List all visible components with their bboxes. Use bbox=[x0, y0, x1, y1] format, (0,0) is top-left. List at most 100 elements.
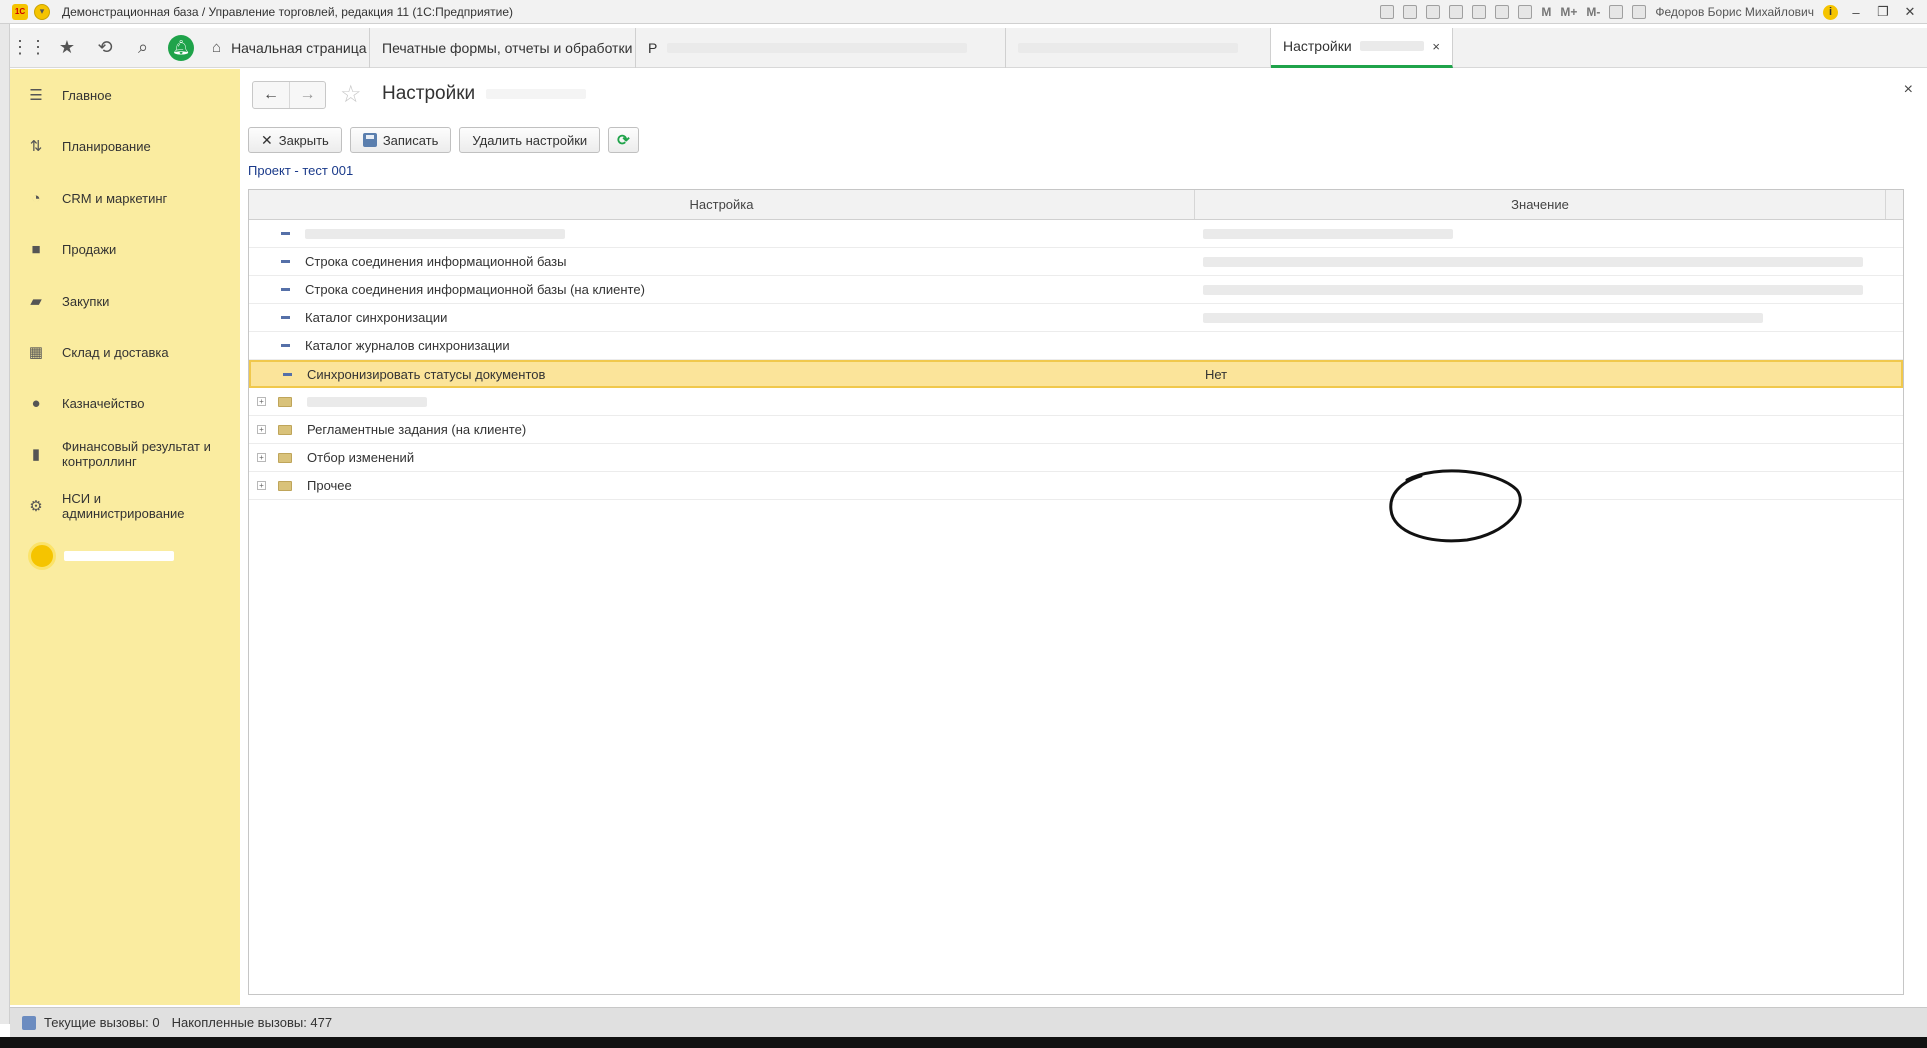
sidebar-item-admin[interactable]: ⚙ НСИ и администрирование bbox=[10, 489, 240, 523]
memory-button[interactable]: M bbox=[1541, 5, 1551, 19]
scrollbar-corner bbox=[1885, 190, 1903, 219]
table-row-selected[interactable]: Синхронизировать статусы документов Нет bbox=[249, 360, 1903, 388]
forward-arrow-icon[interactable]: → bbox=[289, 82, 325, 108]
warehouse-icon: ▦ bbox=[28, 344, 44, 361]
redacted-area bbox=[1203, 284, 1863, 295]
delete-settings-button[interactable]: Удалить настройки bbox=[459, 127, 601, 153]
sidebar-item-label: Планирование bbox=[62, 138, 151, 154]
window-frame bbox=[0, 24, 10, 1024]
print-icon[interactable] bbox=[1403, 5, 1418, 19]
user-name[interactable]: Федоров Борис Михайлович bbox=[1655, 5, 1814, 19]
tab-home-label: Начальная страница bbox=[231, 39, 367, 56]
page-title: Настройки bbox=[382, 83, 587, 105]
expand-plus-icon[interactable]: + bbox=[257, 453, 266, 462]
setting-name: Синхронизировать статусы документов bbox=[307, 366, 546, 382]
column-header-setting[interactable]: Настройка bbox=[249, 190, 1195, 219]
item-marker-icon bbox=[283, 372, 292, 376]
gear-icon: ⚙ bbox=[29, 498, 43, 515]
maximize-button[interactable]: ❐ bbox=[1874, 4, 1892, 20]
expand-plus-icon[interactable]: + bbox=[257, 397, 266, 406]
folder-icon bbox=[278, 424, 292, 435]
form-close-icon[interactable]: × bbox=[1904, 81, 1913, 99]
search-icon[interactable]: ⌕ bbox=[124, 28, 162, 68]
notifications-icon[interactable]: 🔔︎ bbox=[162, 28, 200, 68]
close-button-label: Закрыть bbox=[278, 132, 329, 148]
tab-redacted-1[interactable]: Р bbox=[636, 27, 1006, 68]
sidebar-item-purchases[interactable]: ▰ Закупки bbox=[10, 289, 240, 313]
expand-plus-icon[interactable]: + bbox=[257, 481, 266, 490]
zoom-icon[interactable] bbox=[1609, 5, 1624, 19]
setting-name: Каталог журналов синхронизации bbox=[305, 338, 510, 353]
save-disk-icon bbox=[362, 133, 377, 147]
app-logo-icon: 1С bbox=[12, 3, 28, 20]
table-row[interactable]: Каталог журналов синхронизации bbox=[249, 332, 1903, 360]
info-icon[interactable]: i bbox=[1823, 4, 1838, 20]
expand-plus-icon[interactable]: + bbox=[257, 425, 266, 434]
copy-icon[interactable] bbox=[1472, 5, 1487, 19]
window-close-button[interactable]: ✕ bbox=[1901, 4, 1919, 20]
redacted-area bbox=[64, 551, 174, 561]
page-title-text: Настройки bbox=[382, 83, 476, 104]
sidebar-item-main[interactable]: ☰ Главное bbox=[10, 83, 240, 107]
memory-plus-button[interactable]: M+ bbox=[1560, 5, 1577, 19]
apps-grid-icon[interactable]: ⋮⋮ bbox=[10, 28, 48, 68]
table-row-group[interactable]: + Регламентные задания (на клиенте) bbox=[249, 416, 1903, 444]
sidebar-item-planning[interactable]: ⇅ Планирование bbox=[10, 134, 240, 158]
avatar bbox=[28, 542, 56, 570]
save-button[interactable]: Записать bbox=[349, 127, 452, 153]
main-menu-button[interactable]: ▾ bbox=[34, 3, 50, 20]
calculator-icon[interactable] bbox=[1495, 5, 1510, 19]
table-row[interactable]: Каталог синхронизации bbox=[249, 304, 1903, 332]
table-row[interactable]: Строка соединения информационной базы (н… bbox=[249, 276, 1903, 304]
window-title: Демонстрационная база / Управление торго… bbox=[62, 4, 514, 19]
sidebar-item-finance[interactable]: ▮ Финансовый результат и контроллинг bbox=[10, 437, 240, 471]
folder-icon bbox=[278, 396, 292, 407]
close-button[interactable]: ✕ Закрыть bbox=[248, 127, 342, 153]
redacted-area bbox=[486, 88, 587, 99]
link-icon[interactable] bbox=[1380, 5, 1395, 19]
item-marker-icon bbox=[281, 316, 290, 319]
calendar-icon[interactable] bbox=[1518, 5, 1533, 19]
close-icon: ✕ bbox=[261, 131, 273, 148]
server-calls-icon bbox=[22, 1015, 36, 1030]
sidebar: ☰ Главное ⇅ Планирование ◔ CRM и маркети… bbox=[10, 69, 240, 1005]
table-row-group[interactable]: + Прочее bbox=[249, 472, 1903, 500]
sidebar-item-label: Закупки bbox=[62, 293, 110, 309]
table-row-group[interactable]: + bbox=[249, 388, 1903, 416]
sidebar-item-label: Финансовый результат и контроллинг bbox=[62, 439, 211, 469]
back-arrow-icon[interactable]: ← bbox=[253, 82, 289, 108]
mail-icon[interactable] bbox=[1449, 5, 1464, 19]
redacted-area bbox=[667, 42, 968, 53]
project-link[interactable]: Проект - тест 001 bbox=[248, 163, 353, 178]
setting-value[interactable]: Нет bbox=[1205, 367, 1227, 382]
tab-home[interactable]: ⌂ Начальная страница bbox=[200, 27, 370, 68]
favorite-star-icon[interactable]: ☆ bbox=[340, 81, 362, 109]
table-row[interactable]: Строка соединения информационной базы bbox=[249, 248, 1903, 276]
sidebar-item-warehouse[interactable]: ▦ Склад и доставка bbox=[10, 340, 240, 364]
tab-settings[interactable]: Настройки × bbox=[1271, 27, 1453, 68]
sidebar-item-crm[interactable]: ◔ CRM и маркетинг bbox=[10, 186, 240, 210]
setting-name: Каталог синхронизации bbox=[305, 310, 448, 325]
sidebar-item-sales[interactable]: ■ Продажи bbox=[10, 237, 240, 261]
tab-close-icon[interactable]: × bbox=[1432, 39, 1440, 54]
sidebar-user[interactable] bbox=[28, 542, 174, 570]
sidebar-item-treasury[interactable]: ● Казначейство bbox=[10, 391, 240, 415]
favorites-star-icon[interactable]: ★ bbox=[48, 28, 86, 68]
planning-icon: ⇅ bbox=[29, 138, 43, 155]
tab-redacted-2[interactable] bbox=[1006, 27, 1271, 68]
minimize-button[interactable]: ‒ bbox=[1847, 5, 1865, 20]
column-header-value[interactable]: Значение bbox=[1195, 190, 1885, 219]
current-calls: Текущие вызовы: 0 bbox=[44, 1015, 160, 1030]
setting-name: Строка соединения информационной базы bbox=[305, 254, 567, 269]
table-row[interactable] bbox=[249, 220, 1903, 248]
redacted-area bbox=[1203, 312, 1763, 323]
tab-print-forms[interactable]: Печатные формы, отчеты и обработки × bbox=[370, 27, 636, 68]
preview-icon[interactable] bbox=[1426, 5, 1441, 19]
refresh-button[interactable]: ⟳ bbox=[608, 127, 639, 153]
memory-minus-button[interactable]: M- bbox=[1586, 5, 1600, 19]
history-icon[interactable]: ⟲ bbox=[86, 28, 124, 68]
tab-bar: ⋮⋮ ★ ⟲ ⌕ 🔔︎ ⌂ Начальная страница Печатны… bbox=[10, 27, 1927, 68]
redacted-area bbox=[1018, 42, 1238, 53]
table-row-group[interactable]: + Отбор изменений bbox=[249, 444, 1903, 472]
panels-icon[interactable] bbox=[1632, 5, 1647, 19]
